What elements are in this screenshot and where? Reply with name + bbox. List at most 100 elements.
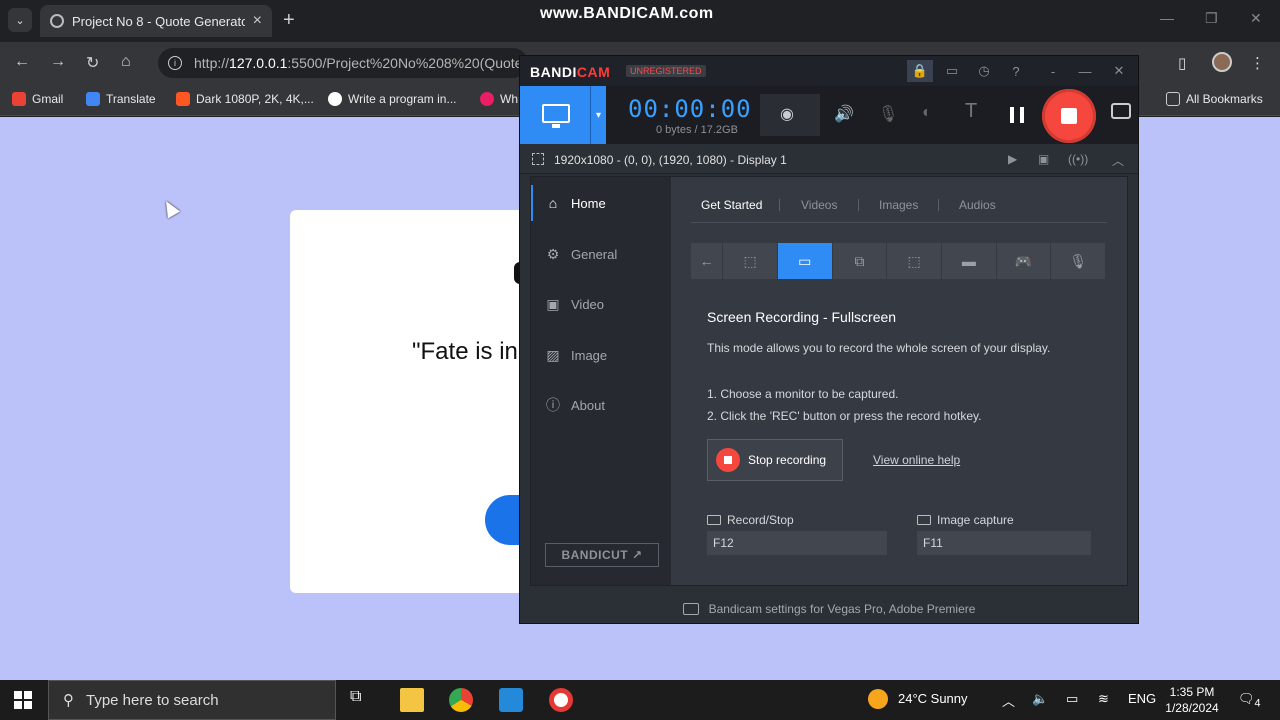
tab-favicon-icon: [50, 14, 64, 28]
bookmark-dark-1080p[interactable]: Dark 1080P, 2K, 4K,...: [176, 92, 314, 106]
lock-icon[interactable]: 🔒: [907, 60, 933, 82]
video-icon: ▣: [546, 295, 560, 312]
forward-icon[interactable]: →: [50, 53, 66, 71]
keyboard-icon: [707, 515, 721, 525]
tab-divider: [858, 199, 859, 211]
language-indicator[interactable]: ENG: [1128, 691, 1156, 706]
mode-window-icon[interactable]: ⧉: [832, 243, 887, 279]
bookmark-gmail[interactable]: Gmail: [12, 92, 63, 106]
task-view-icon[interactable]: ⧉: [350, 688, 374, 712]
collapse-icon[interactable]: -: [1040, 60, 1066, 82]
stop-recording-button[interactable]: Stop recording: [707, 439, 843, 481]
bandicam-footer[interactable]: Bandicam settings for Vegas Pro, Adobe P…: [520, 594, 1138, 624]
mode-rectangle-icon[interactable]: ⬚: [723, 243, 777, 279]
quote-text: "Fate is in: [412, 338, 518, 365]
camera-icon[interactable]: [1111, 103, 1131, 119]
weather-text[interactable]: 24°C Sunny: [898, 691, 968, 706]
chevron-up-icon[interactable]: ︿: [1112, 152, 1124, 169]
folder-icon[interactable]: ▭: [939, 60, 965, 82]
record-hotkey-field[interactable]: F12: [707, 531, 887, 555]
taskbar-clock[interactable]: 1:35 PM 1/28/2024: [1160, 684, 1224, 716]
webcam-toggle[interactable]: ◉: [760, 94, 820, 136]
tab-close-icon[interactable]: ×: [253, 12, 262, 30]
broadcast-icon[interactable]: ((•)): [1068, 152, 1088, 166]
wifi-icon[interactable]: ≋: [1098, 691, 1109, 707]
bandicut-button[interactable]: BANDICUT ↗: [545, 543, 659, 567]
restore-icon[interactable]: ❐: [1205, 10, 1218, 27]
minimize-icon[interactable]: —: [1160, 10, 1174, 26]
online-help-link[interactable]: View online help: [873, 453, 960, 467]
bookmark-translate[interactable]: Translate: [86, 92, 156, 106]
mode-around-mouse-icon[interactable]: ⬚: [887, 243, 941, 279]
screen-mode-button[interactable]: ▾: [520, 86, 606, 144]
clock-icon[interactable]: ◷: [971, 60, 997, 82]
vscode-icon[interactable]: [499, 688, 523, 712]
taskbar-search[interactable]: ⚲ Type here to search: [48, 680, 336, 720]
menu-icon[interactable]: ⋮: [1250, 54, 1265, 72]
close-icon[interactable]: ✕: [1106, 60, 1132, 82]
bookmark-wh[interactable]: Wh: [480, 92, 518, 106]
tray-chevron-up-icon[interactable]: ︿: [1002, 691, 1015, 710]
keyboard-icon: [917, 515, 931, 525]
pause-icon[interactable]: [1010, 107, 1024, 123]
image-hotkey-field[interactable]: F11: [917, 531, 1091, 555]
volume-icon[interactable]: 🔈: [1032, 691, 1048, 707]
mode-audio-icon[interactable]: 🎙: [1051, 243, 1106, 279]
chevron-down-icon[interactable]: ▾: [590, 86, 606, 144]
reload-icon[interactable]: ↻: [86, 53, 99, 73]
folder-icon: [1166, 92, 1180, 106]
recording-size: 0 bytes / 17.2GB: [656, 124, 738, 136]
stop-record-button[interactable]: [1042, 89, 1096, 143]
microphone-icon[interactable]: 🎙: [878, 104, 898, 124]
bookmark-write-program[interactable]: Write a program in...: [328, 92, 456, 106]
site-info-icon[interactable]: i: [168, 56, 182, 70]
back-arrow-icon[interactable]: ←: [691, 243, 723, 279]
mode-game-icon[interactable]: 🎮: [996, 243, 1051, 279]
tab-audios[interactable]: Audios: [959, 198, 996, 212]
file-explorer-icon[interactable]: [400, 688, 424, 712]
chrome-icon[interactable]: [449, 688, 473, 712]
tab-search-button[interactable]: ⌄: [8, 8, 32, 32]
tab-get-started[interactable]: Get Started: [701, 198, 762, 212]
bandicam-sidebar: ⌂ Home ⚙ General ▣ Video ▨ Image ⓘ About…: [531, 177, 671, 585]
back-icon[interactable]: ←: [14, 53, 30, 71]
new-tab-button[interactable]: +: [283, 9, 295, 32]
battery-icon[interactable]: ▭: [1066, 691, 1078, 707]
home-icon[interactable]: ⌂: [121, 53, 131, 71]
minimize-icon[interactable]: —: [1072, 60, 1098, 82]
sidebar-item-home[interactable]: ⌂ Home: [531, 185, 671, 221]
mouse-effect-icon[interactable]: ◐: [922, 104, 932, 122]
url-text: http://127.0.0.1:5500/Project%20No%208%2…: [194, 55, 523, 71]
record-settings-icon[interactable]: ▶: [1008, 152, 1017, 166]
browser-tab[interactable]: Project No 8 - Quote Generator ×: [40, 5, 272, 37]
image-icon: ▨: [546, 346, 560, 363]
tab-videos[interactable]: Videos: [801, 198, 837, 212]
address-bar[interactable]: i http://127.0.0.1:5500/Project%20No%208…: [158, 48, 528, 78]
close-window-icon[interactable]: ✕: [1250, 10, 1262, 27]
side-panel-icon[interactable]: ▯: [1178, 54, 1186, 72]
profile-avatar[interactable]: [1212, 52, 1232, 72]
sidebar-item-video[interactable]: ▣ Video: [531, 286, 671, 322]
mode-device-icon[interactable]: ▬: [941, 243, 996, 279]
tab-images[interactable]: Images: [879, 198, 918, 212]
help-icon[interactable]: ?: [1003, 60, 1029, 82]
info-icon: ⓘ: [546, 397, 560, 413]
sidebar-item-general[interactable]: ⚙ General: [531, 236, 671, 272]
sidebar-item-about[interactable]: ⓘ About: [531, 387, 671, 423]
bandicam-main-panel: ⌂ Home ⚙ General ▣ Video ▨ Image ⓘ About…: [530, 176, 1128, 586]
mode-fullscreen-icon[interactable]: ▭: [777, 243, 832, 279]
windows-start-icon[interactable]: [14, 691, 32, 709]
recording-bar: ▾ 00:00:00 0 bytes / 17.2GB ◉ 🔊 🎙 ◐ T: [520, 86, 1138, 144]
image-settings-icon[interactable]: ▣: [1038, 152, 1049, 166]
capture-area-bar: 1920x1080 - (0, 0), (1920, 1080) - Displ…: [520, 144, 1138, 174]
image-hotkey-label: Image capture: [917, 513, 1014, 527]
content-tabs: Get Started Videos Images Audios: [691, 197, 1107, 223]
text-overlay-icon[interactable]: T: [965, 100, 977, 123]
all-bookmarks[interactable]: All Bookmarks: [1166, 92, 1263, 106]
sidebar-item-image[interactable]: ▨ Image: [531, 337, 671, 373]
bandicam-task-icon[interactable]: [549, 688, 573, 712]
clock-date: 1/28/2024: [1165, 701, 1219, 715]
notifications-icon[interactable]: 🗨4: [1238, 691, 1261, 710]
notification-count: 4: [1254, 697, 1261, 710]
speaker-icon[interactable]: 🔊: [834, 104, 854, 124]
